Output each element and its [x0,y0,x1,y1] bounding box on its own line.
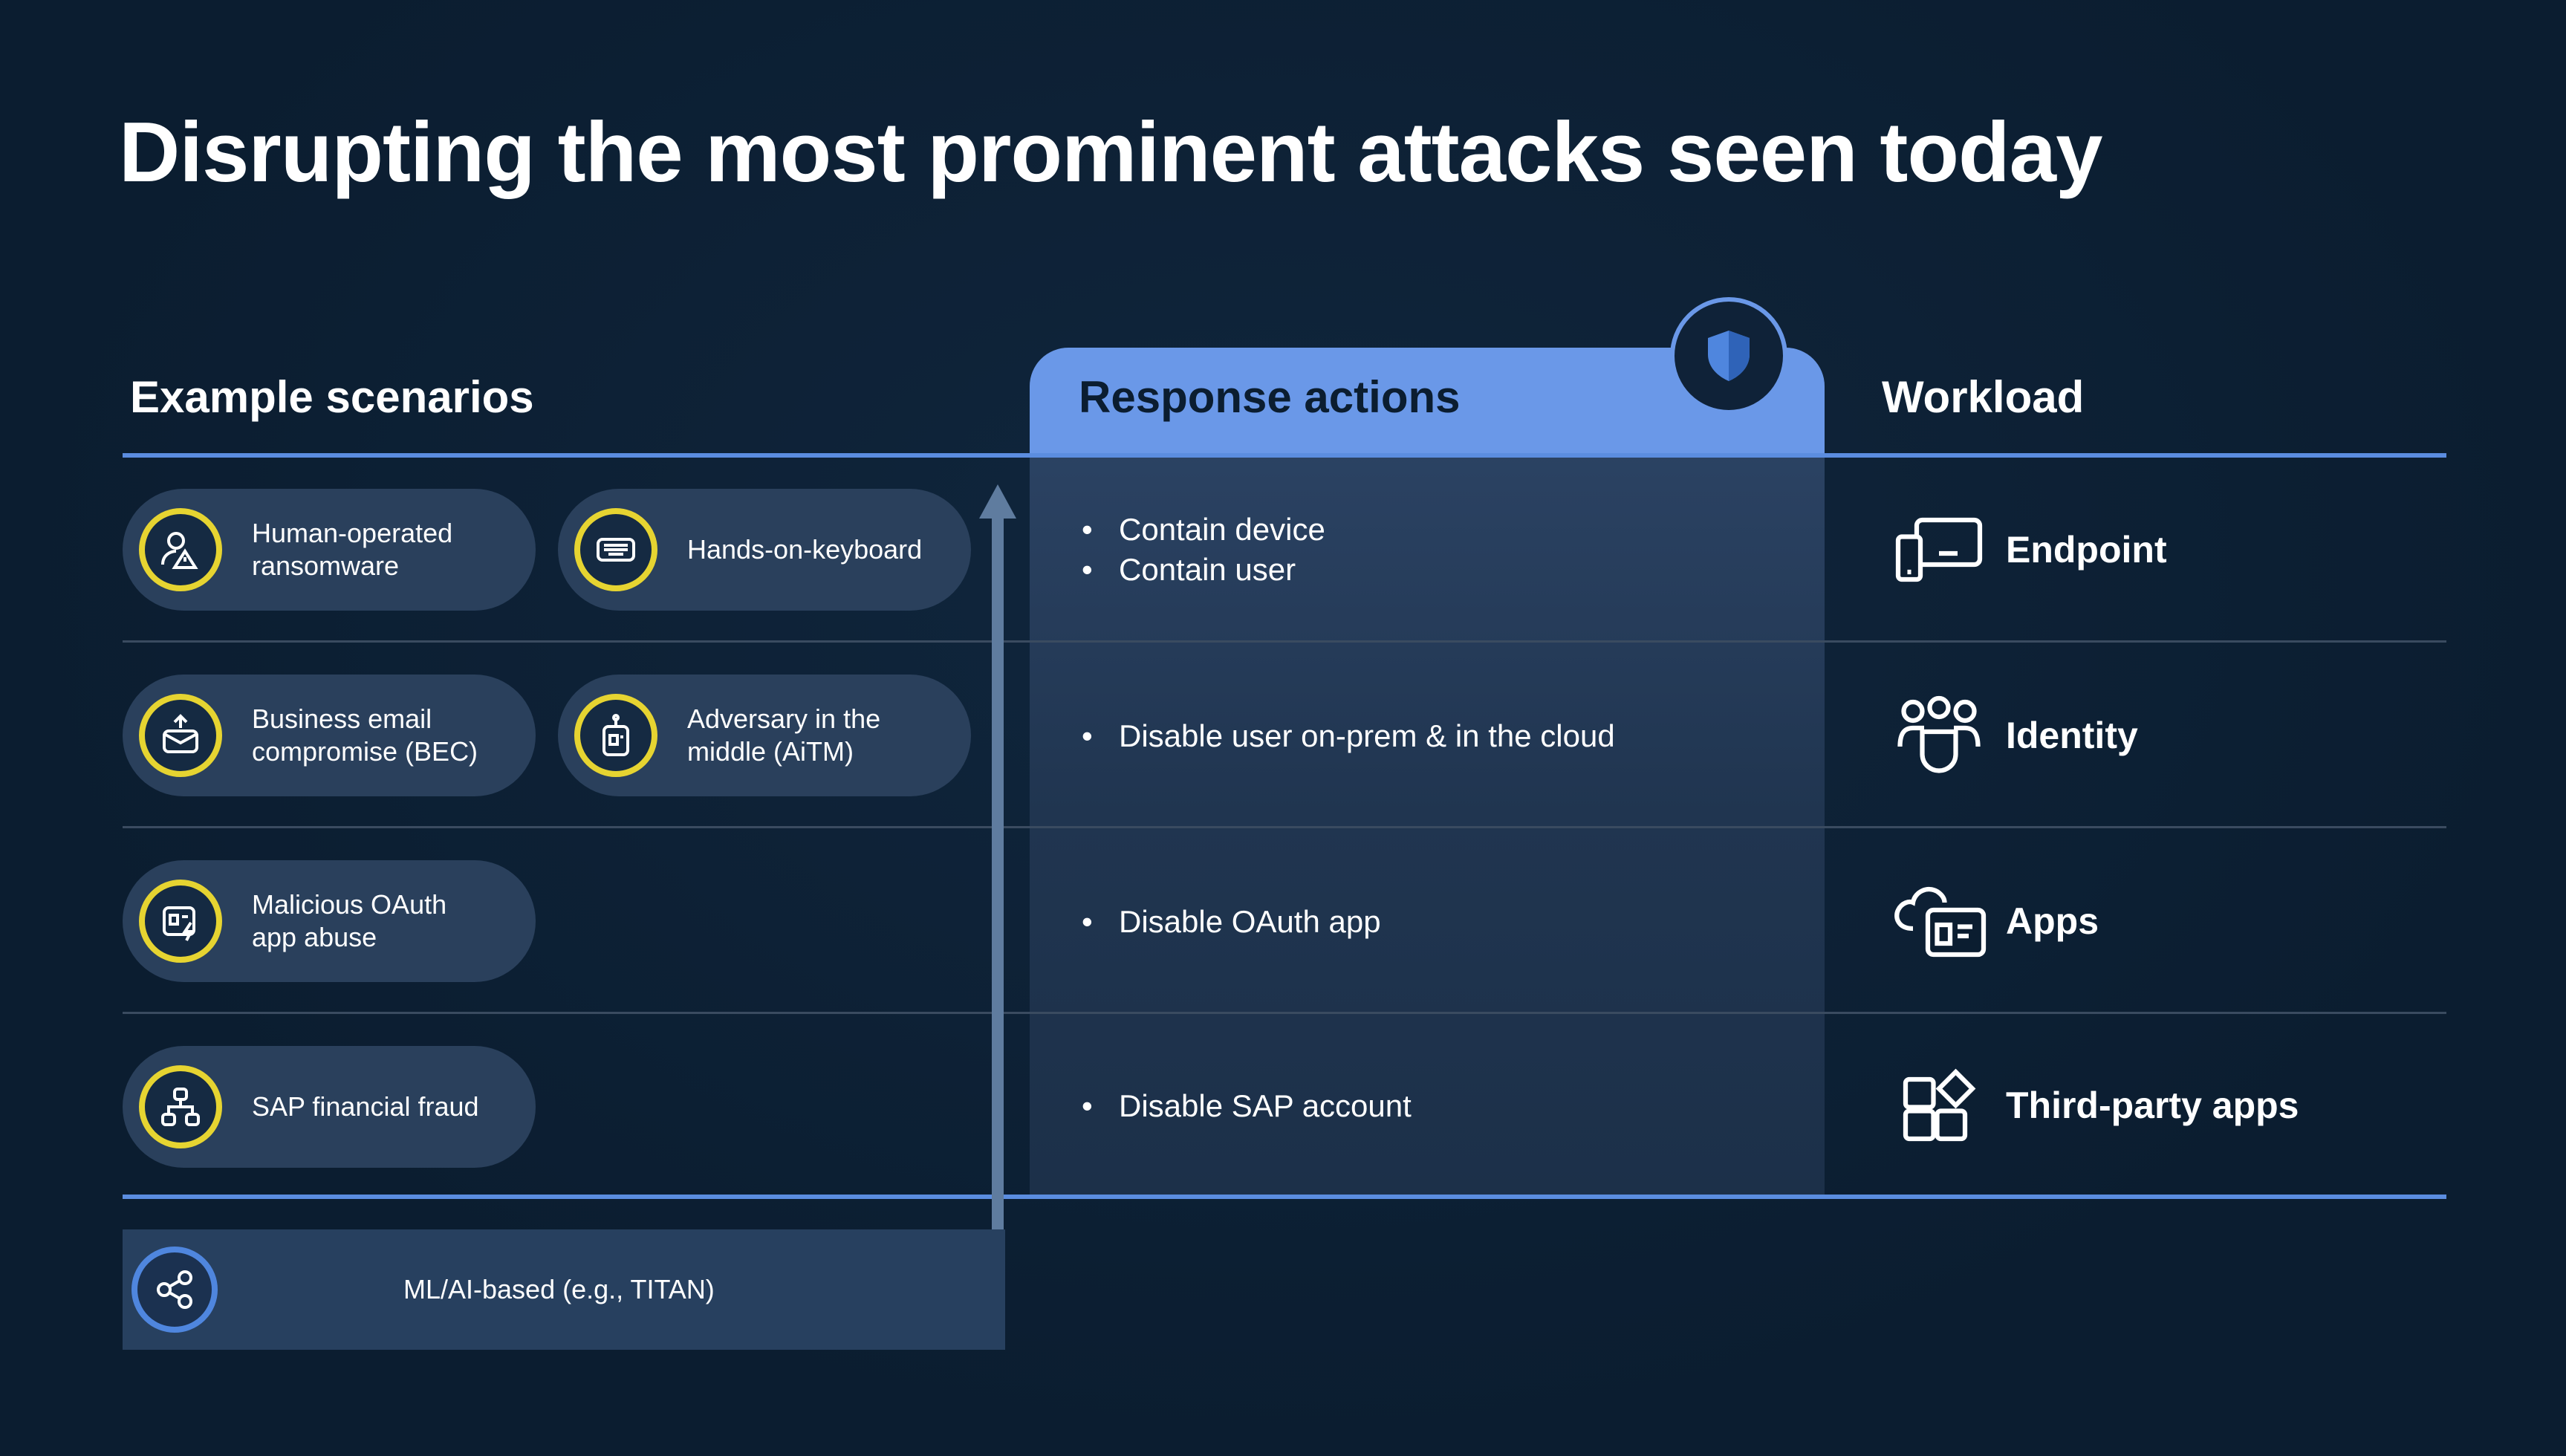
row-divider [123,1012,2446,1014]
response-item: Contain device [1082,510,1325,550]
response-item: Disable OAuth app [1082,902,1381,942]
email-upload-icon [139,694,222,777]
response-item: Disable SAP account [1082,1086,1412,1126]
header-rule [123,453,2446,458]
row-divider [123,640,2446,643]
scenario-pill[interactable]: Malicious OAuth app abuse [123,860,536,982]
response-list: Contain device Contain user [1082,510,1325,590]
response-item: Disable user on-prem & in the cloud [1082,716,1615,756]
escalation-arrow-head [979,484,1016,519]
response-actions-heading: Response actions [1079,372,1461,422]
scenario-label: Human-operated ransomware [252,518,453,581]
response-list: Disable SAP account [1082,1086,1412,1126]
scenario-pill[interactable]: Adversary in the middle (AiTM) [558,675,971,796]
scenario-pill[interactable]: SAP financial fraud [123,1046,536,1168]
scenario-pill[interactable]: Human-operated ransomware [123,489,536,611]
workload-apps: Apps [1887,869,2099,973]
response-list: Disable user on-prem & in the cloud [1082,716,1615,756]
scenario-pill[interactable]: Hands-on-keyboard [558,489,971,611]
response-item: Contain user [1082,550,1325,590]
workload-endpoint: Endpoint [1887,498,2167,602]
footer-rule [123,1195,2446,1199]
cloud-app-icon [1887,869,1991,973]
flow-diagram-icon [139,1065,222,1148]
workload-label: Identity [2006,715,2138,756]
response-list: Disable OAuth app [1082,902,1381,942]
keyboard-icon [574,508,657,591]
workload-identity: Identity [1887,683,2138,787]
scenario-label: Business email compromise (BEC) [252,703,478,767]
workload-label: Apps [2006,900,2099,942]
slide: Disrupting the most prominent attacks se… [0,0,2566,1456]
example-scenarios-heading: Example scenarios [130,372,534,422]
scenario-label: Malicious OAuth app abuse [252,889,447,952]
response-panel [1030,348,1825,1196]
workload-label: Endpoint [2006,529,2167,571]
app-flash-icon [139,880,222,963]
scenario-label: Adversary in the middle (AiTM) [687,703,881,767]
ml-ai-box[interactable]: ML/AI-based (e.g., TITAN) [123,1229,1005,1350]
shield-badge [1670,297,1787,415]
shield-icon [1708,331,1750,381]
scenario-label: SAP financial fraud [252,1091,479,1122]
page-title: Disrupting the most prominent attacks se… [119,105,2102,200]
apps-add-icon [1887,1053,1991,1157]
workload-third-party-apps: Third-party apps [1887,1053,2299,1157]
user-warning-icon [139,508,222,591]
scenario-label: Hands-on-keyboard [687,534,923,565]
scenario-pill[interactable]: Business email compromise (BEC) [123,675,536,796]
workload-label: Third-party apps [2006,1085,2299,1126]
id-badge-icon [574,694,657,777]
people-icon [1887,683,1991,787]
workload-heading: Workload [1882,372,2085,422]
devices-icon [1887,498,1991,602]
ml-ai-label: ML/AI-based (e.g., TITAN) [403,1274,715,1304]
row-divider [123,826,2446,828]
share-nodes-icon [131,1247,218,1333]
escalation-arrow-shaft [992,509,1004,1229]
